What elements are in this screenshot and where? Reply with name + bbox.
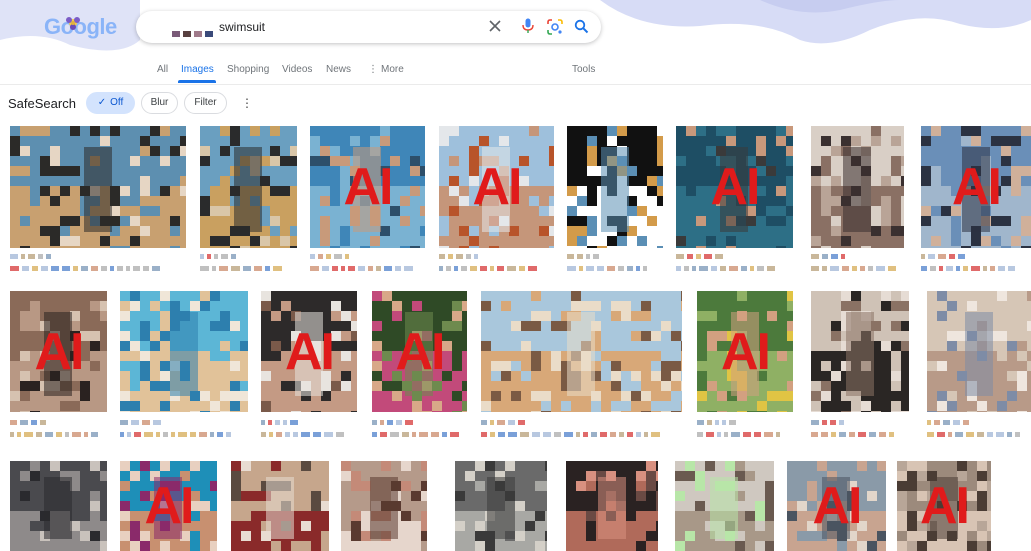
result-caption-redacted[interactable]: [811, 252, 904, 278]
result-caption-redacted[interactable]: [439, 252, 554, 278]
ai-generated-label: AI: [812, 477, 863, 535]
image-result-thumbnail[interactable]: [811, 291, 909, 412]
image-result-thumbnail[interactable]: [120, 291, 248, 412]
ai-generated-label: AI: [710, 158, 761, 216]
image-result-thumbnail[interactable]: AI: [787, 461, 886, 551]
thumbnail-mosaic: [566, 461, 658, 551]
image-result-thumbnail[interactable]: [567, 126, 663, 248]
safesearch-filter-chip[interactable]: Filter: [184, 92, 227, 114]
thumbnail-mosaic: [200, 126, 297, 248]
image-result-thumbnail[interactable]: AI: [897, 461, 991, 551]
image-result-thumbnail[interactable]: [10, 461, 107, 551]
safesearch-more-icon[interactable]: ⋮: [241, 96, 253, 110]
search-query[interactable]: swimsuit: [219, 20, 265, 34]
thumbnail-mosaic: [481, 291, 682, 412]
thumbnail-mosaic: [455, 461, 547, 551]
thumbnail-mosaic: [567, 126, 663, 248]
thumbnail-mosaic: [927, 291, 1031, 412]
result-caption-redacted[interactable]: [200, 252, 297, 278]
tab-more[interactable]: ⋮ More: [368, 64, 404, 75]
ai-generated-label: AI: [472, 158, 523, 216]
image-result-thumbnail[interactable]: [927, 291, 1031, 412]
tools-button[interactable]: Tools: [572, 64, 595, 75]
image-result-thumbnail[interactable]: AI: [10, 291, 107, 412]
safesearch-blur-chip[interactable]: Blur: [141, 92, 178, 114]
image-result-thumbnail[interactable]: [811, 126, 904, 248]
ai-generated-label: AI: [34, 322, 85, 381]
tab-more-label: More: [381, 64, 404, 75]
clear-icon[interactable]: [488, 19, 502, 33]
image-result-thumbnail[interactable]: [455, 461, 547, 551]
result-caption-redacted[interactable]: [567, 252, 663, 278]
ai-generated-label: AI: [343, 158, 394, 216]
result-caption-redacted[interactable]: [676, 252, 793, 278]
active-tab-indicator: [178, 80, 216, 83]
image-result-thumbnail[interactable]: [10, 126, 186, 248]
top-header: Google swimsuit All Images Shopping Vide…: [0, 0, 1031, 85]
thumbnail-mosaic: [10, 461, 107, 551]
tab-shopping[interactable]: Shopping: [227, 64, 269, 75]
result-caption-redacted[interactable]: [261, 418, 357, 444]
image-result-thumbnail[interactable]: AI: [697, 291, 793, 412]
thumbnail-mosaic: [675, 461, 774, 551]
ai-generated-label: AI: [952, 158, 1002, 216]
ai-generated-label: AI: [920, 477, 970, 535]
ai-generated-label: AI: [144, 477, 195, 535]
search-box[interactable]: swimsuit: [136, 11, 601, 43]
image-result-thumbnail[interactable]: AI: [120, 461, 217, 551]
result-caption-redacted[interactable]: [481, 418, 682, 444]
result-caption-redacted[interactable]: [10, 252, 186, 278]
search-tabs: All Images Shopping Videos News ⋮ More To…: [0, 60, 1031, 84]
thumbnail-mosaic: [811, 126, 904, 248]
image-result-thumbnail[interactable]: AI: [372, 291, 467, 412]
lens-camera-icon[interactable]: [547, 19, 563, 35]
redacted-query-prefix: [172, 24, 216, 42]
image-result-thumbnail[interactable]: [341, 461, 427, 551]
result-caption-redacted[interactable]: [811, 418, 909, 444]
image-result-thumbnail[interactable]: AI: [261, 291, 357, 412]
thumbnail-mosaic: [811, 291, 909, 412]
result-caption-redacted[interactable]: [697, 418, 793, 444]
image-result-thumbnail[interactable]: AI: [439, 126, 554, 248]
tab-videos[interactable]: Videos: [282, 64, 312, 75]
image-result-thumbnail[interactable]: [200, 126, 297, 248]
thumbnail-mosaic: [10, 126, 186, 248]
microphone-icon[interactable]: [522, 18, 534, 34]
tab-all[interactable]: All: [157, 64, 168, 75]
tab-images[interactable]: Images: [181, 64, 214, 75]
result-caption-redacted[interactable]: [372, 418, 467, 444]
image-result-thumbnail[interactable]: AI: [676, 126, 793, 248]
safesearch-off-chip[interactable]: ✓ Off: [86, 92, 135, 114]
image-result-thumbnail[interactable]: [675, 461, 774, 551]
image-result-thumbnail[interactable]: [566, 461, 658, 551]
flower-doodle-icon: [66, 17, 80, 30]
image-result-thumbnail[interactable]: AI: [921, 126, 1031, 248]
thumbnail-mosaic: [120, 291, 248, 412]
image-result-thumbnail[interactable]: [231, 461, 329, 551]
safesearch-off-label: Off: [110, 97, 124, 108]
result-caption-redacted[interactable]: [921, 252, 1031, 278]
result-caption-redacted[interactable]: [10, 418, 107, 444]
result-caption-redacted[interactable]: [927, 418, 1031, 444]
ai-generated-label: AI: [285, 322, 335, 381]
result-caption-redacted[interactable]: [120, 418, 248, 444]
tab-news[interactable]: News: [326, 64, 351, 75]
more-vertical-icon: ⋮: [368, 64, 378, 75]
image-result-thumbnail[interactable]: [481, 291, 682, 412]
safesearch-label: SafeSearch: [8, 96, 76, 111]
thumbnail-mosaic: [231, 461, 329, 551]
search-icon[interactable]: [574, 19, 589, 34]
image-result-thumbnail[interactable]: AI: [310, 126, 425, 248]
ai-generated-label: AI: [395, 322, 446, 381]
thumbnail-mosaic: [341, 461, 427, 551]
result-caption-redacted[interactable]: [310, 252, 425, 278]
checkmark-icon: ✓: [97, 97, 107, 108]
ai-generated-label: AI: [721, 322, 771, 381]
